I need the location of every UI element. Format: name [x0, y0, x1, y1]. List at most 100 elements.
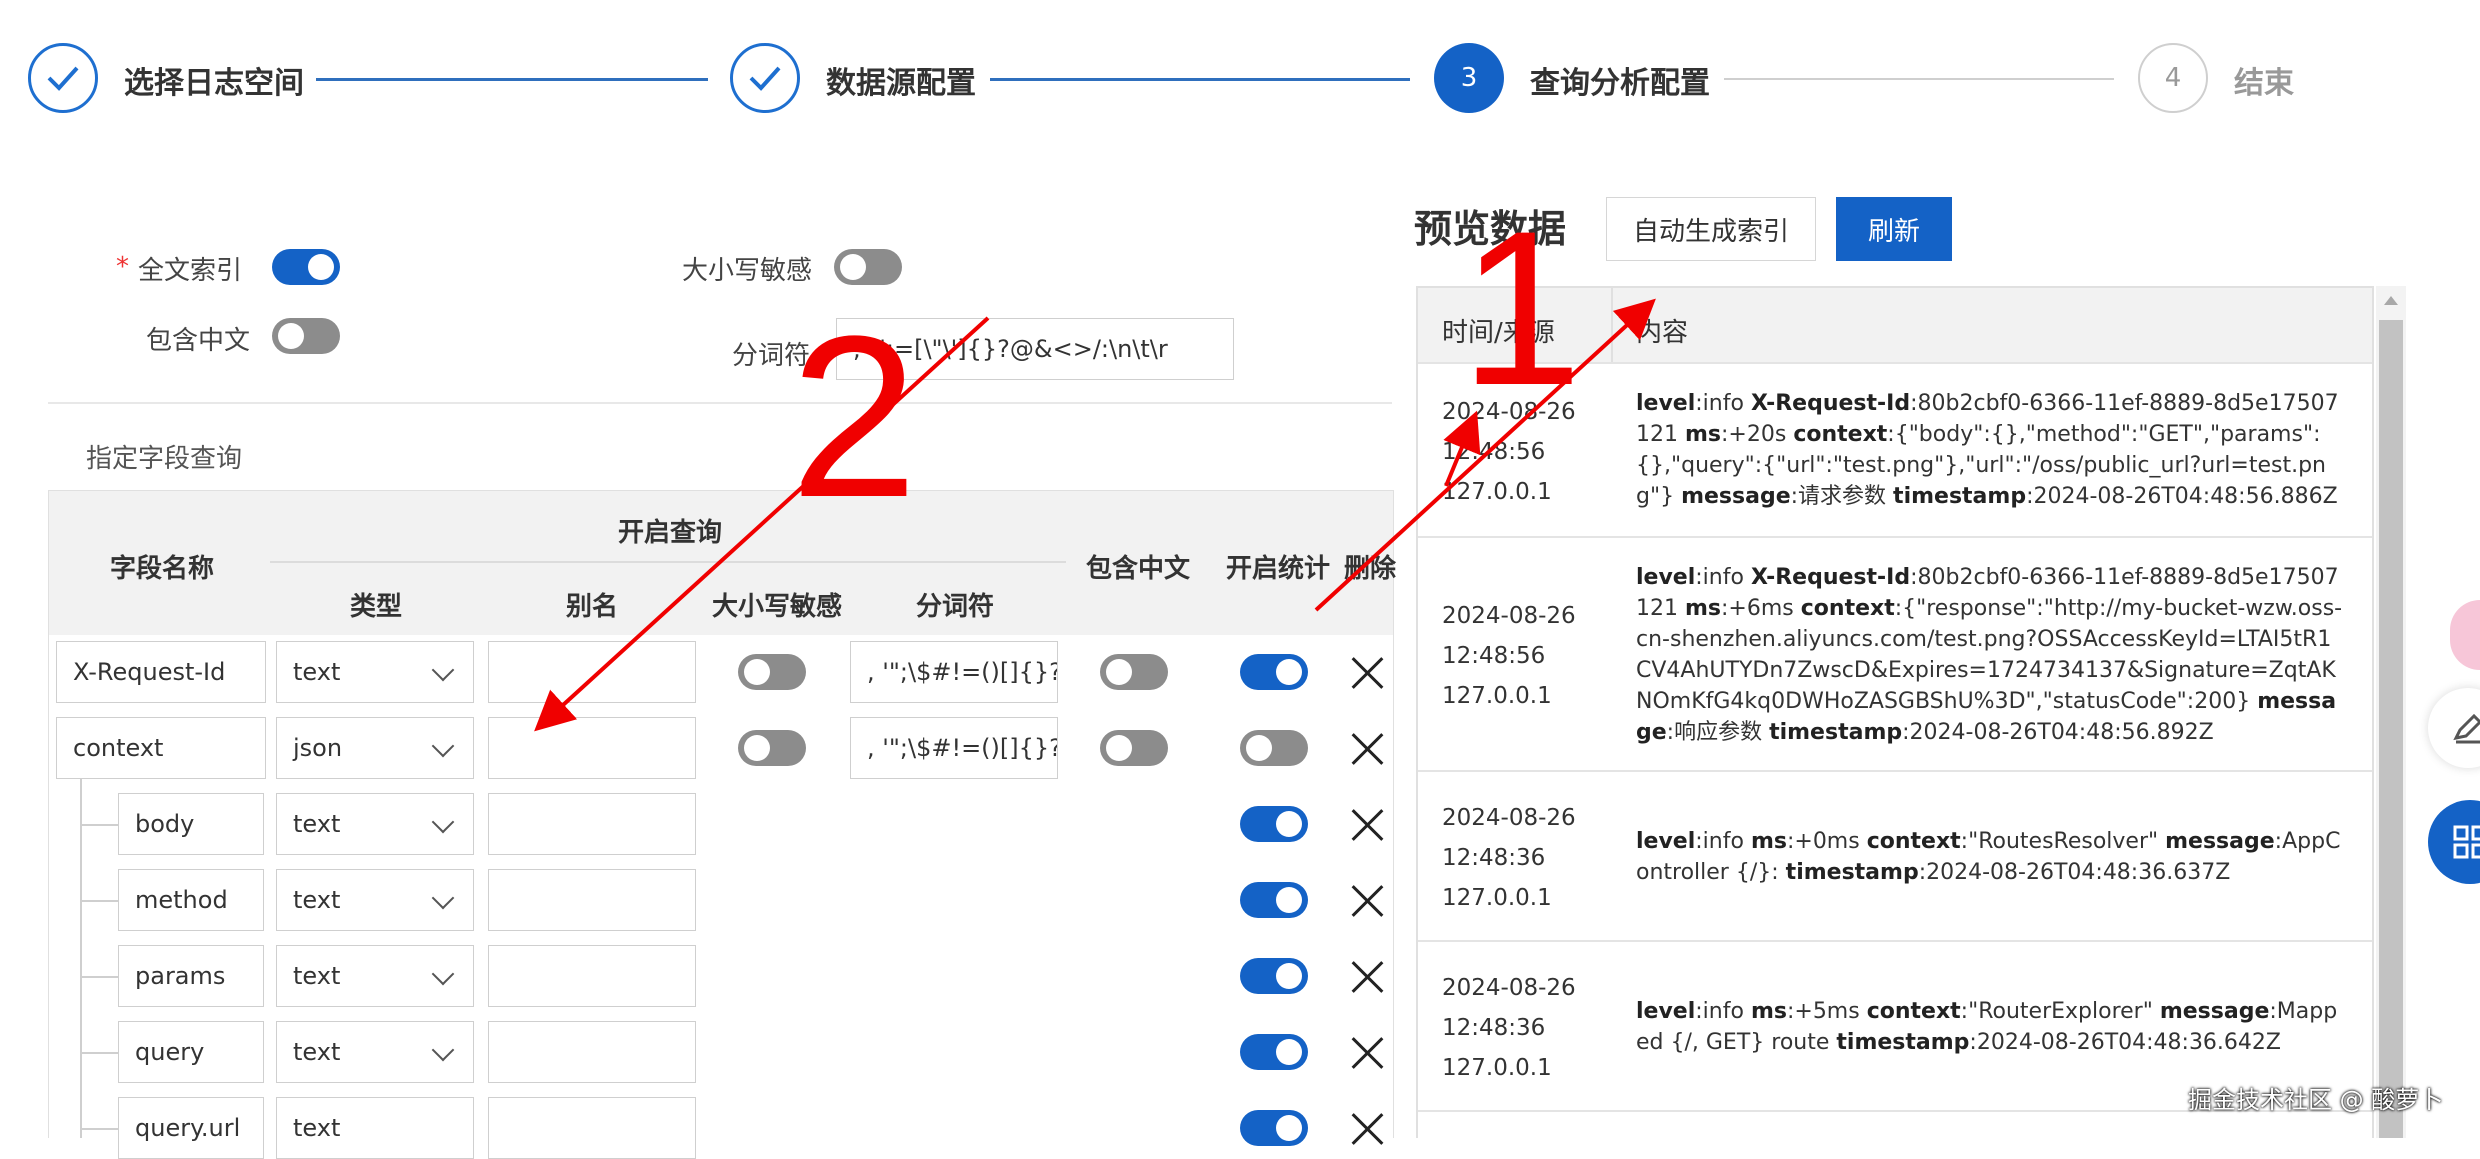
- log-key: timestamp: [1893, 484, 2027, 509]
- type-select[interactable]: text: [276, 869, 474, 931]
- type-select[interactable]: text: [276, 641, 474, 703]
- log-time: 12:48:36: [1442, 1015, 1546, 1041]
- step-connector: [990, 78, 1410, 81]
- log-value: :info: [1695, 391, 1751, 416]
- col-time-source: 时间/来源: [1442, 318, 1555, 348]
- log-key: ms: [1684, 596, 1722, 621]
- field-name-input[interactable]: query.url: [118, 1097, 264, 1159]
- log-content: level:info ms:+0ms context:"RoutesResolv…: [1636, 826, 2346, 888]
- field-name-input[interactable]: query: [118, 1021, 264, 1083]
- include-chinese-toggle[interactable]: [1100, 730, 1168, 766]
- log-key: level: [1636, 829, 1696, 854]
- log-date: 2024-08-26: [1442, 603, 1576, 629]
- field-name-input[interactable]: X-Request-Id: [56, 641, 266, 703]
- alias-input[interactable]: [488, 793, 696, 855]
- floating-avatar[interactable]: [2450, 600, 2480, 670]
- close-icon[interactable]: [1350, 1112, 1384, 1146]
- col-type: 类型: [350, 592, 403, 622]
- field-name-input[interactable]: body: [118, 793, 264, 855]
- log-value: :+0ms: [1786, 829, 1867, 854]
- field-name-input[interactable]: params: [118, 945, 264, 1007]
- tokenizer-input[interactable]: , '";\$#!=()[]{}?@&: [850, 717, 1058, 779]
- step-connector: [1724, 78, 2114, 80]
- log-value: :"RouterExplorer": [1960, 999, 2160, 1024]
- log-key: ms: [1750, 999, 1787, 1024]
- log-source: 127.0.0.1: [1442, 885, 1552, 911]
- alias-input[interactable]: [488, 945, 696, 1007]
- log-key: context: [1866, 999, 1961, 1024]
- fulltext-index-toggle[interactable]: [272, 249, 340, 285]
- scroll-up-icon[interactable]: [2384, 296, 2398, 305]
- tree-branch: [80, 976, 118, 978]
- scrollbar[interactable]: [2376, 286, 2406, 1138]
- log-value: :+5ms: [1786, 999, 1867, 1024]
- tree-branch: [80, 900, 118, 902]
- col-delete: 删除: [1344, 554, 1397, 584]
- refresh-button[interactable]: 刷新: [1836, 197, 1952, 261]
- preview-header: [1418, 288, 2372, 362]
- tokenizer-input[interactable]: , '";=[\"\']{}?@&<>/:\n\t\r: [836, 318, 1234, 380]
- step-label: 查询分析配置: [1530, 66, 1710, 101]
- log-content: level:info X-Request-Id:80b2cbf0-6366-11…: [1636, 388, 2346, 512]
- apps-button[interactable]: [2428, 800, 2480, 884]
- step-connector: [316, 78, 708, 81]
- close-icon[interactable]: [1350, 884, 1384, 918]
- alias-input[interactable]: [488, 869, 696, 931]
- enable-stats-toggle[interactable]: [1240, 654, 1308, 690]
- enable-stats-toggle[interactable]: [1240, 806, 1308, 842]
- case-sensitive-toggle[interactable]: [834, 249, 902, 285]
- enable-stats-toggle[interactable]: [1240, 958, 1308, 994]
- log-key: timestamp: [1769, 720, 1903, 745]
- log-key: timestamp: [1836, 1030, 1970, 1055]
- close-icon[interactable]: [1350, 732, 1384, 766]
- tree-branch: [80, 1052, 118, 1054]
- check-icon: [730, 43, 800, 113]
- field-name-input[interactable]: method: [118, 869, 264, 931]
- enable-stats-toggle[interactable]: [1240, 882, 1308, 918]
- auto-generate-index-button[interactable]: 自动生成索引: [1606, 197, 1816, 261]
- alias-input[interactable]: [488, 641, 696, 703]
- type-select[interactable]: text: [276, 1097, 474, 1159]
- include-chinese-label: 包含中文: [146, 326, 251, 356]
- close-icon[interactable]: [1350, 960, 1384, 994]
- enable-stats-toggle[interactable]: [1240, 1110, 1308, 1146]
- log-date: 2024-08-26: [1442, 399, 1576, 425]
- step-label: 结束: [2234, 66, 2294, 101]
- include-chinese-toggle[interactable]: [272, 318, 340, 354]
- log-content: level:info X-Request-Id:80b2cbf0-6366-11…: [1636, 562, 2346, 748]
- alias-input[interactable]: [488, 717, 696, 779]
- alias-input[interactable]: [488, 1097, 696, 1159]
- case-sensitive-label: 大小写敏感: [682, 256, 813, 286]
- log-key: timestamp: [1785, 860, 1919, 885]
- type-select[interactable]: text: [276, 793, 474, 855]
- type-select[interactable]: text: [276, 945, 474, 1007]
- enable-stats-toggle[interactable]: [1240, 730, 1308, 766]
- log-source: 127.0.0.1: [1442, 1055, 1552, 1081]
- edit-button[interactable]: [2428, 688, 2480, 768]
- enable-stats-toggle[interactable]: [1240, 1034, 1308, 1070]
- col-content: 内容: [1636, 318, 1689, 348]
- tokenizer-input[interactable]: , '";\$#!=()[]{}?@&: [850, 641, 1058, 703]
- case-sensitive-toggle[interactable]: [738, 730, 806, 766]
- tree-branch: [80, 1128, 118, 1130]
- close-icon[interactable]: [1350, 808, 1384, 842]
- close-icon[interactable]: [1350, 1036, 1384, 1070]
- type-select[interactable]: json: [276, 717, 474, 779]
- field-name-input[interactable]: context: [56, 717, 266, 779]
- log-time: 12:48:56: [1442, 643, 1546, 669]
- log-date: 2024-08-26: [1442, 805, 1576, 831]
- include-chinese-toggle[interactable]: [1100, 654, 1168, 690]
- watermark: 掘金技术社区 @ 酸萝卜: [2188, 1086, 2444, 1114]
- time-source-cell: 2024-08-26 12:48:36 127.0.0.1: [1442, 968, 1576, 1088]
- log-key: context: [1866, 829, 1961, 854]
- close-icon[interactable]: [1350, 656, 1384, 690]
- log-key: ms: [1684, 422, 1722, 447]
- case-sensitive-toggle[interactable]: [738, 654, 806, 690]
- log-key: ms: [1750, 829, 1787, 854]
- type-select[interactable]: text: [276, 1021, 474, 1083]
- scrollbar-thumb[interactable]: [2379, 320, 2403, 1138]
- step-number: 4: [2138, 43, 2208, 113]
- alias-input[interactable]: [488, 1021, 696, 1083]
- header-divider: [270, 561, 1066, 563]
- col-tokenizer: 分词符: [916, 592, 995, 622]
